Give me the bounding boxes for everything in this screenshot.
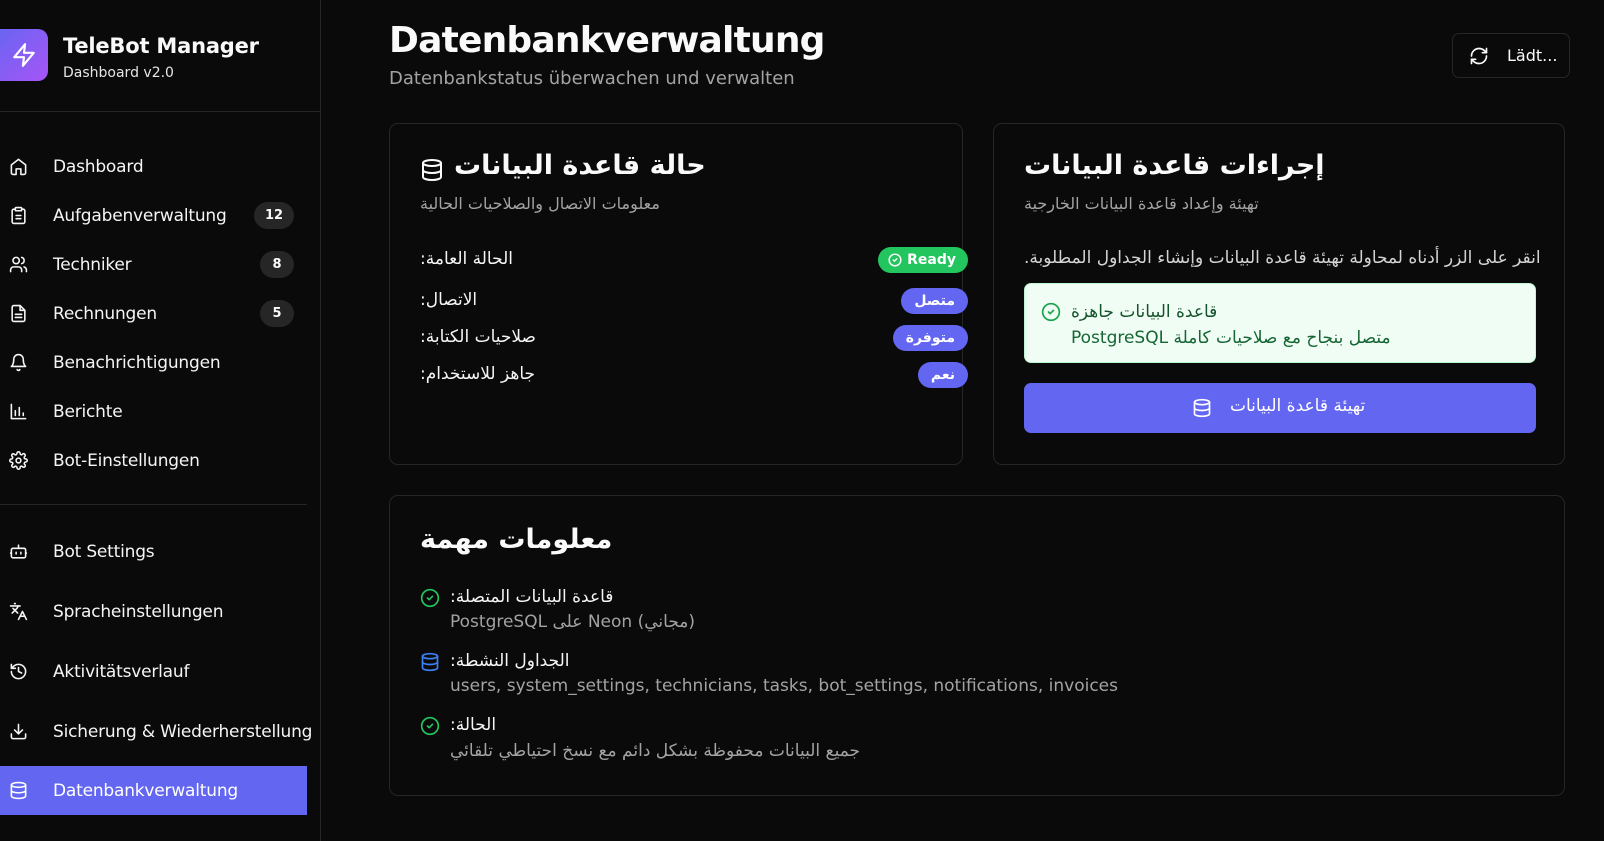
check-circle-icon xyxy=(1041,302,1061,326)
database-icon xyxy=(420,158,444,186)
button-label: تهيئة قاعدة البيانات xyxy=(1230,396,1366,416)
page-title: Datenbankverwaltung xyxy=(389,20,825,61)
check-circle-icon xyxy=(420,588,440,612)
sidebar-item-backup[interactable]: Sicherung & Wiederherstellung xyxy=(0,707,312,756)
sidebar-item-bot-settings[interactable]: Bot Settings xyxy=(0,527,307,576)
status-badge-label: Ready xyxy=(907,252,956,268)
sidebar-item-label: Techniker xyxy=(53,254,132,275)
sidebar-item-label: Rechnungen xyxy=(53,303,157,324)
sidebar-item-bot-einstellungen[interactable]: Bot-Einstellungen xyxy=(0,436,307,485)
sidebar-item-label: Spracheinstellungen xyxy=(53,601,224,622)
sidebar-item-label: Benachrichtigungen xyxy=(53,352,221,373)
file-text-icon xyxy=(8,304,28,324)
refresh-icon xyxy=(1469,46,1489,70)
sidebar-item-label: Datenbankverwaltung xyxy=(53,780,238,801)
card-description: معلومات الاتصال والصلاحيات الحالية xyxy=(420,194,660,213)
history-icon xyxy=(8,662,28,682)
status-row-write-permissions: صلاحيات الكتابة: متوفرة xyxy=(420,325,968,355)
brand-header: TeleBot Manager Dashboard v2.0 xyxy=(0,0,320,112)
sidebar-item-label: Aktivitätsverlauf xyxy=(53,661,190,682)
info-item-title: الحالة: xyxy=(450,715,497,735)
count-badge: 8 xyxy=(260,251,294,278)
sidebar-item-invoices[interactable]: Rechnungen 5 xyxy=(0,289,307,338)
sidebar-item-activity[interactable]: Aktivitätsverlauf xyxy=(0,647,307,696)
info-item-text: PostgreSQL على Neon (مجاني) xyxy=(450,612,696,632)
card-description: تهيئة وإعداد قاعدة البيانات الخارجية xyxy=(1024,194,1259,213)
card-title: إجراءات قاعدة البيانات xyxy=(1024,150,1325,181)
refresh-button[interactable]: Lädt... xyxy=(1452,33,1570,78)
status-label: جاهز للاستخدام: xyxy=(420,364,536,384)
count-badge: 12 xyxy=(254,202,294,229)
page-subtitle: Datenbankstatus überwachen und verwalten xyxy=(389,68,795,89)
download-icon xyxy=(8,722,28,742)
home-icon xyxy=(8,157,28,177)
sidebar: TeleBot Manager Dashboard v2.0 Dashboard… xyxy=(0,0,321,841)
info-item-title: قاعدة البيانات المتصلة: xyxy=(450,587,614,607)
bar-chart-icon xyxy=(8,402,28,422)
database-status-card: حالة قاعدة البيانات معلومات الاتصال والص… xyxy=(389,123,968,465)
check-circle-icon xyxy=(420,716,440,740)
sidebar-item-label: Bot Settings xyxy=(53,541,155,562)
bot-icon xyxy=(8,542,28,562)
users-icon xyxy=(8,255,28,275)
status-label: الحالة العامة: xyxy=(420,249,513,269)
sidebar-divider xyxy=(0,504,307,505)
database-icon xyxy=(1192,398,1212,422)
sidebar-item-dashboard[interactable]: Dashboard xyxy=(0,142,307,191)
zap-icon xyxy=(0,29,48,81)
success-alert: قاعدة البيانات جاهزة متصل بنجاح مع صلاحي… xyxy=(1024,283,1536,363)
status-label: صلاحيات الكتابة: xyxy=(420,327,536,347)
card-title: حالة قاعدة البيانات xyxy=(454,150,706,181)
sidebar-item-label: Sicherung & Wiederherstellung xyxy=(53,721,313,742)
status-row-overall: الحالة العامة: Ready xyxy=(420,247,968,277)
bell-icon xyxy=(8,353,28,373)
clipboard-icon xyxy=(8,206,28,226)
initialize-database-button[interactable]: تهيئة قاعدة البيانات xyxy=(1024,383,1536,433)
status-badge: Ready xyxy=(878,247,968,273)
database-icon xyxy=(420,652,440,676)
important-info-card: معلومات مهمة قاعدة البيانات المتصلة: Pos… xyxy=(389,495,1565,796)
info-item-title: الجداول النشطة: xyxy=(450,651,570,671)
brand-title: TeleBot Manager xyxy=(63,34,259,58)
sidebar-item-database[interactable]: Datenbankverwaltung xyxy=(0,766,307,815)
status-badge: متوفرة xyxy=(892,325,968,351)
instruction-text: انقر على الزر أدناه لمحاولة تهيئة قاعدة … xyxy=(1024,248,1541,268)
gear-icon xyxy=(8,451,28,471)
languages-icon xyxy=(8,602,28,622)
alert-title: قاعدة البيانات جاهزة xyxy=(1071,302,1218,322)
sidebar-item-notifications[interactable]: Benachrichtigungen xyxy=(0,338,307,387)
sidebar-item-label: Aufgabenverwaltung xyxy=(53,205,227,226)
check-circle-icon xyxy=(888,253,902,267)
info-item-text: جميع البيانات محفوظة بشكل دائم مع نسخ اح… xyxy=(450,741,861,761)
sidebar-item-label: Dashboard xyxy=(53,156,144,177)
status-row-connection: الاتصال: متصل xyxy=(420,288,968,318)
status-badge: نعم xyxy=(917,362,968,388)
database-actions-card: إجراءات قاعدة البيانات تهيئة وإعداد قاعد… xyxy=(993,123,1565,465)
info-item-text: users, system_settings, technicians, tas… xyxy=(450,676,1118,696)
sidebar-item-technicians[interactable]: Techniker 8 xyxy=(0,240,307,289)
status-label: الاتصال: xyxy=(420,290,478,310)
status-row-ready: جاهز للاستخدام: نعم xyxy=(420,362,968,392)
refresh-button-label: Lädt... xyxy=(1507,46,1558,65)
status-badge: متصل xyxy=(901,288,968,314)
brand-subtitle: Dashboard v2.0 xyxy=(63,65,174,81)
alert-text: متصل بنجاح مع صلاحيات كاملة PostgreSQL xyxy=(1071,328,1391,348)
sidebar-item-reports[interactable]: Berichte xyxy=(0,387,307,436)
sidebar-item-label: Berichte xyxy=(53,401,123,422)
card-title: معلومات مهمة xyxy=(420,524,613,555)
sidebar-item-label: Bot-Einstellungen xyxy=(53,450,200,471)
sidebar-item-language[interactable]: Spracheinstellungen xyxy=(0,587,307,636)
database-icon xyxy=(8,781,28,801)
sidebar-item-tasks[interactable]: Aufgabenverwaltung 12 xyxy=(0,191,307,240)
count-badge: 5 xyxy=(260,300,294,327)
